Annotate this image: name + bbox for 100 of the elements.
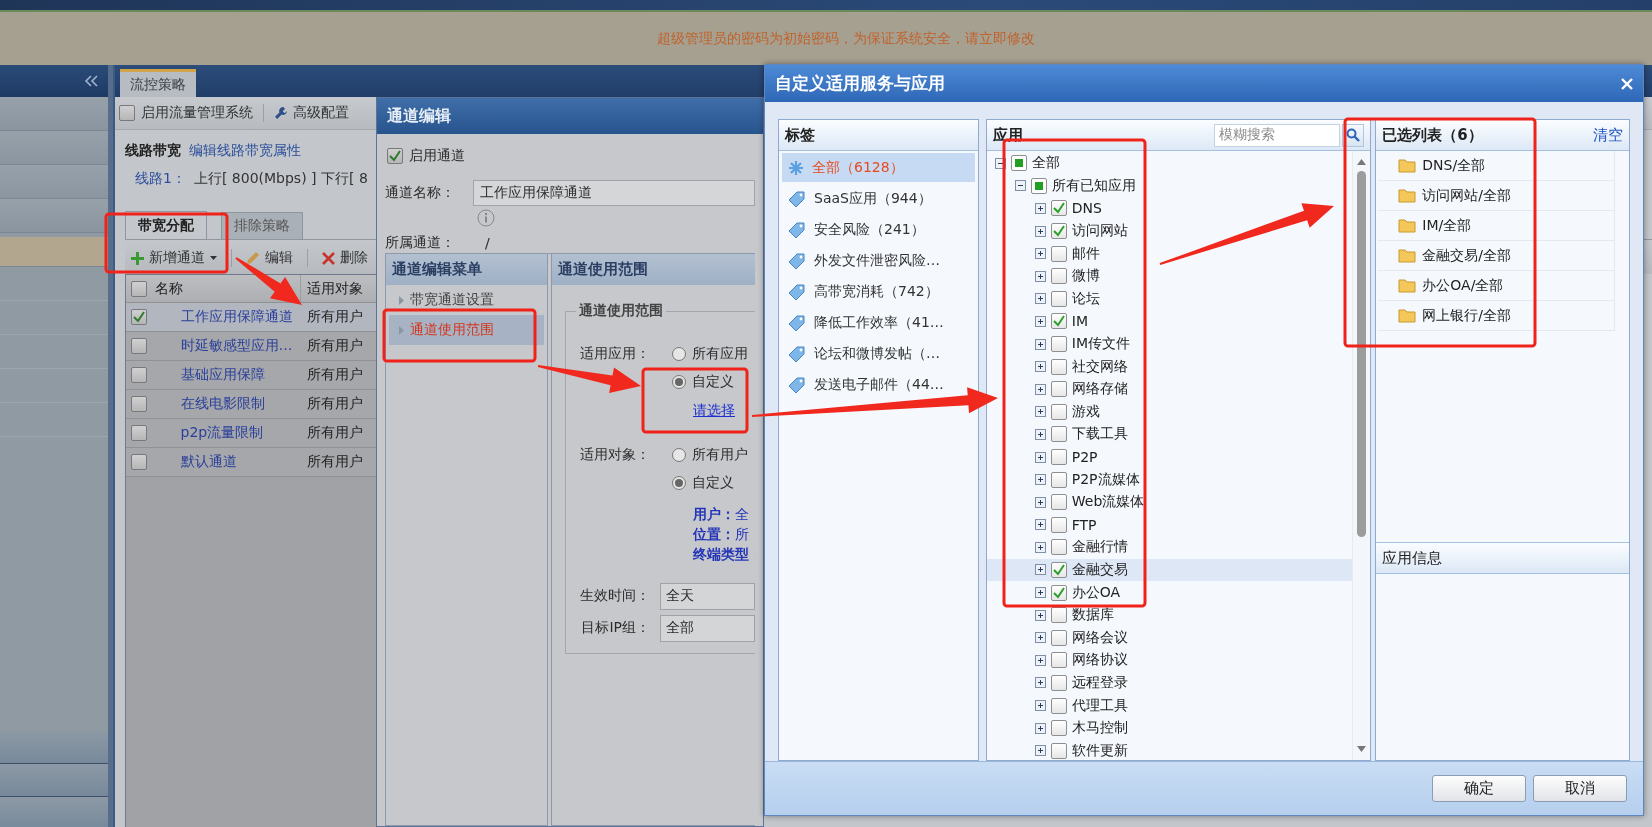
expand-icon[interactable] bbox=[1034, 293, 1046, 305]
channel-link[interactable]: 时延敏感型应用… bbox=[180, 337, 293, 355]
checkbox[interactable] bbox=[1050, 223, 1067, 240]
list-item[interactable]: IM/全部 bbox=[1378, 211, 1616, 241]
expand-icon[interactable] bbox=[1034, 541, 1046, 553]
checkbox[interactable] bbox=[1050, 471, 1067, 488]
tree-item[interactable]: 数据库 bbox=[1071, 606, 1114, 625]
toolbar-button[interactable]: 编辑 bbox=[246, 249, 293, 267]
expand-icon[interactable] bbox=[1034, 383, 1046, 395]
checkbox[interactable] bbox=[131, 425, 148, 441]
close-icon[interactable] bbox=[1621, 77, 1633, 90]
channel-link[interactable]: 默认通道 bbox=[180, 453, 237, 471]
expand-icon[interactable] bbox=[1034, 451, 1046, 463]
checkbox[interactable] bbox=[1050, 358, 1067, 375]
tree-item[interactable]: IM传文件 bbox=[1071, 335, 1130, 354]
checkbox[interactable] bbox=[119, 105, 135, 121]
expand-icon[interactable] bbox=[1034, 519, 1046, 531]
checkbox[interactable] bbox=[1050, 494, 1067, 511]
radio-button[interactable] bbox=[672, 347, 686, 361]
radio-option[interactable]: 自定义 bbox=[672, 373, 734, 391]
tag-item[interactable]: 论坛和微博发帖（… bbox=[782, 339, 975, 368]
tree-item[interactable]: 网络协议 bbox=[1071, 651, 1128, 670]
tree-item[interactable]: 金融行情 bbox=[1071, 538, 1128, 557]
select-field[interactable]: 全部 bbox=[660, 614, 755, 642]
search-field[interactable]: 模糊搜索 bbox=[1214, 123, 1341, 147]
expand-icon[interactable] bbox=[1034, 745, 1046, 757]
tree-item[interactable]: 访问网站 bbox=[1071, 222, 1128, 241]
expand-icon[interactable] bbox=[1034, 609, 1046, 621]
edit-link[interactable]: 编辑线路带宽属性 bbox=[189, 142, 301, 160]
tree-item[interactable]: FTP bbox=[1071, 516, 1097, 533]
tree-item[interactable]: P2P流媒体 bbox=[1071, 470, 1140, 489]
checkbox[interactable] bbox=[1050, 629, 1067, 646]
expand-icon[interactable] bbox=[1034, 654, 1046, 666]
clear-link[interactable]: 清空 bbox=[1593, 125, 1623, 145]
checkbox[interactable] bbox=[1050, 403, 1067, 420]
name-field[interactable]: 工作应用保障通道 bbox=[473, 180, 755, 206]
scroll-up-icon[interactable] bbox=[1357, 159, 1367, 165]
checkbox[interactable] bbox=[1050, 652, 1067, 669]
scroll-down-icon[interactable] bbox=[1357, 746, 1367, 752]
tag-item[interactable]: 降低工作效率（41… bbox=[782, 308, 975, 337]
expand-icon[interactable] bbox=[1034, 428, 1046, 440]
sidebar-item[interactable] bbox=[0, 764, 108, 797]
tree-item[interactable]: 网络会议 bbox=[1071, 628, 1128, 647]
expand-icon[interactable] bbox=[1034, 225, 1046, 237]
dialog-button[interactable]: 确定 bbox=[1432, 775, 1526, 802]
info-icon[interactable] bbox=[477, 209, 495, 227]
tree-item[interactable]: 社交网络 bbox=[1071, 357, 1128, 376]
checkbox[interactable] bbox=[1050, 674, 1067, 691]
sidebar-item[interactable] bbox=[0, 731, 108, 764]
checkbox[interactable] bbox=[1050, 584, 1067, 601]
tree-item[interactable]: 木马控制 bbox=[1071, 719, 1128, 738]
list-item[interactable]: 访问网站/全部 bbox=[1378, 181, 1616, 211]
expand-icon[interactable] bbox=[1034, 587, 1046, 599]
list-item[interactable]: DNS/全部 bbox=[1378, 151, 1616, 181]
checkbox[interactable] bbox=[1050, 200, 1067, 217]
tag-item[interactable]: 发送电子邮件（44… bbox=[782, 370, 975, 399]
toolbar-button[interactable]: 高级配置 bbox=[274, 104, 349, 122]
tree-item[interactable]: 微博 bbox=[1071, 267, 1100, 286]
list-item[interactable]: 办公OA/全部 bbox=[1378, 271, 1616, 301]
collapse-icon[interactable] bbox=[994, 157, 1006, 169]
expand-icon[interactable] bbox=[1034, 406, 1046, 418]
tree-item[interactable]: 远程登录 bbox=[1071, 673, 1128, 692]
checkbox[interactable] bbox=[1050, 449, 1067, 465]
expand-icon[interactable] bbox=[1034, 315, 1046, 327]
expand-icon[interactable] bbox=[1034, 496, 1046, 508]
checkbox[interactable] bbox=[131, 367, 148, 383]
tree-item[interactable]: 邮件 bbox=[1071, 244, 1100, 263]
list-item[interactable]: 金融交易/全部 bbox=[1378, 241, 1616, 271]
radio-option[interactable]: 自定义 bbox=[672, 474, 734, 492]
expand-icon[interactable] bbox=[1034, 248, 1046, 260]
tree-item[interactable]: 下载工具 bbox=[1071, 425, 1128, 444]
channel-link[interactable]: 工作应用保障通道 bbox=[180, 308, 293, 326]
channel-link[interactable]: p2p流量限制 bbox=[180, 424, 264, 442]
toolbar-button[interactable]: 删除 bbox=[322, 249, 368, 267]
checkbox[interactable] bbox=[1050, 381, 1067, 398]
checkbox[interactable] bbox=[1050, 268, 1067, 285]
tree-item[interactable]: 全部 bbox=[1031, 154, 1060, 173]
tree-item[interactable]: DNS bbox=[1071, 200, 1102, 217]
checkbox[interactable] bbox=[1050, 720, 1067, 737]
select-field[interactable]: 全天 bbox=[660, 582, 755, 610]
list-item[interactable]: 网上银行/全部 bbox=[1378, 301, 1616, 331]
checkbox[interactable] bbox=[1030, 177, 1047, 194]
radio-button[interactable] bbox=[672, 476, 686, 490]
tag-item[interactable]: 高带宽消耗（742） bbox=[782, 277, 975, 306]
tree-item[interactable]: 所有已知应用 bbox=[1051, 176, 1136, 195]
checkbox[interactable] bbox=[1050, 426, 1067, 443]
tree-item[interactable]: 网络存储 bbox=[1071, 380, 1128, 399]
expand-icon[interactable] bbox=[1034, 632, 1046, 644]
expand-icon[interactable] bbox=[1034, 474, 1046, 486]
checkbox[interactable] bbox=[1050, 742, 1067, 759]
tree-item[interactable]: 软件更新 bbox=[1071, 741, 1128, 760]
checkbox[interactable] bbox=[131, 454, 148, 470]
checkbox[interactable] bbox=[1050, 516, 1067, 533]
checkbox[interactable] bbox=[131, 338, 148, 354]
collapse-icon[interactable] bbox=[1014, 180, 1026, 192]
tree-item[interactable]: Web流媒体 bbox=[1071, 493, 1145, 512]
channel-link[interactable]: 在线电影限制 bbox=[180, 395, 265, 413]
checkbox[interactable] bbox=[1050, 290, 1067, 307]
tree-item[interactable]: 金融交易 bbox=[1071, 561, 1128, 579]
radio-button[interactable] bbox=[672, 375, 686, 389]
